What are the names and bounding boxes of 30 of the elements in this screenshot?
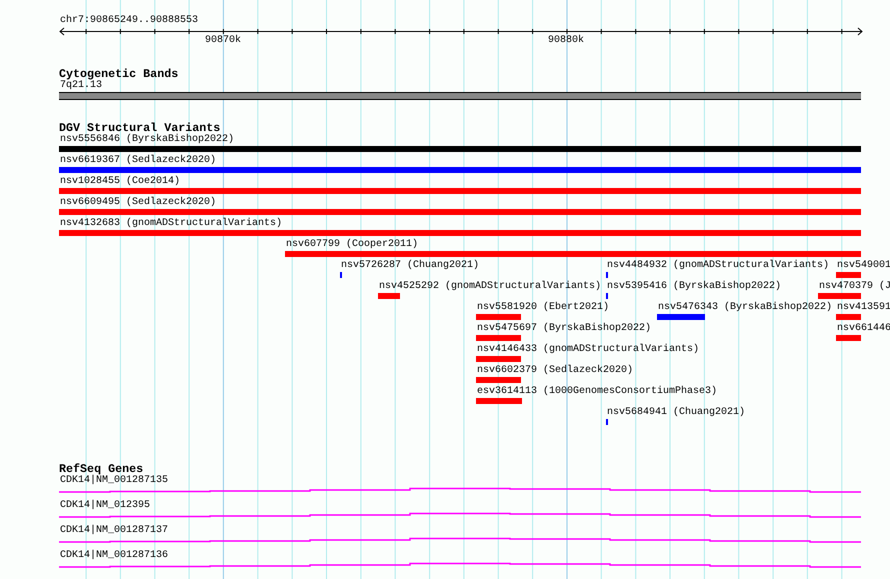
variant-label: nsv5684941 (Chuang2021)	[607, 407, 746, 419]
track-title: Cytogenetic Bands	[59, 68, 178, 81]
gene-label: CDK14|NM_001287136	[60, 550, 168, 562]
variant-label: esv3614113 (1000GenomesConsortiumPhase3)	[477, 386, 718, 398]
variant-label: nsv5581920 (Ebert2021)	[477, 302, 610, 314]
variant-label: nsv661446	[837, 323, 890, 335]
location-label: chr7:90865249..90888553	[60, 15, 198, 27]
track-title: DGV Structural Variants	[59, 122, 220, 135]
variant-label: nsv6619367 (Sedlazeck2020)	[60, 155, 216, 167]
tick-label: 90880k	[548, 35, 584, 47]
variant-label: nsv607799 (Cooper2011)	[286, 239, 418, 251]
band-label: 7q21.13	[60, 80, 102, 92]
variant-label: nsv5556846 (ByrskaBishop2022)	[60, 134, 234, 146]
variant-label: nsv4132683 (gnomADStructuralVariants)	[60, 218, 282, 230]
variant-label: nsv4146433 (gnomADStructuralVariants)	[477, 344, 700, 356]
variant-label: nsv6609495 (Sedlazeck2020)	[60, 197, 216, 209]
variant-label: nsv5476343 (ByrskaBishop2022)	[658, 302, 832, 314]
track-title: RefSeq Genes	[59, 463, 144, 476]
variant-label: nsv6602379 (Sedlazeck2020)	[477, 365, 634, 377]
variant-label: nsv5726287 (Chuang2021)	[341, 260, 480, 272]
variant-label: nsv4484932 (gnomADStructuralVariants)	[607, 260, 830, 272]
variant-label: nsv4525292 (gnomADStructuralVariants)	[379, 281, 602, 293]
gene-label: CDK14|NM_012395	[60, 500, 150, 512]
gene-label: CDK14|NM_001287135	[60, 475, 168, 487]
variant-label: nsv5475697 (ByrskaBishop2022)	[477, 323, 652, 335]
variant-label: nsv5395416 (ByrskaBishop2022)	[607, 281, 782, 293]
variant-label: nsv470379 (J	[819, 281, 890, 293]
gene-label: CDK14|NM_001287137	[60, 525, 168, 537]
variant-label: nsv1028455 (Coe2014)	[60, 176, 180, 188]
tick-label: 90870k	[205, 35, 241, 47]
